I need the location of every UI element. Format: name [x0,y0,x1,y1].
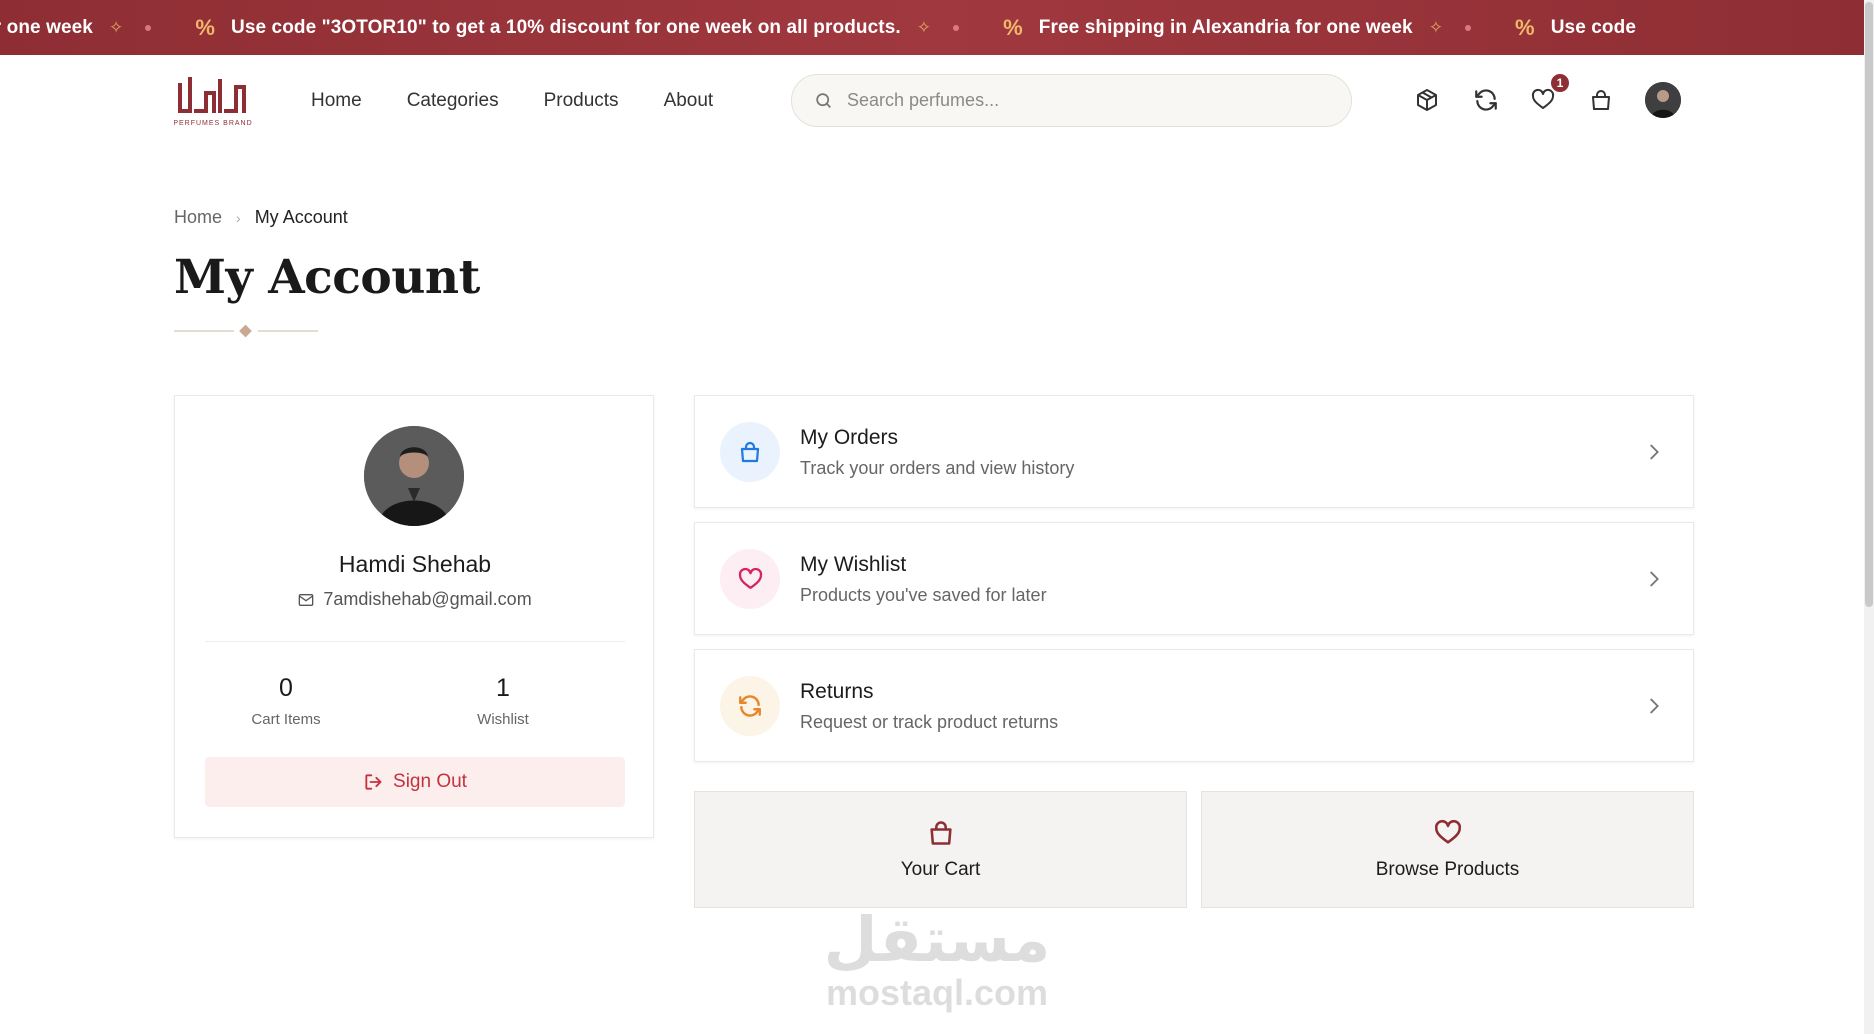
announcement-item: dria for one week ✧ [0,17,195,39]
brand-logo[interactable]: PERFUMES BRAND [174,69,252,131]
announcement-text: Free shipping in Alexandria for one week [1038,16,1413,38]
announcement-track: dria for one week ✧ % Use code "3OTOR10"… [0,0,1636,55]
percent-icon: % [1515,14,1535,40]
site-header: PERFUMES BRAND Home Categories Products … [0,55,1864,147]
sign-out-button[interactable]: Sign Out [205,757,625,807]
dot-separator [953,24,960,31]
search-input[interactable] [847,90,1307,111]
returns-card[interactable]: Returns Request or track product returns [694,649,1694,762]
watermark-arabic: مستقل [823,903,1051,976]
nav-about[interactable]: About [664,90,714,112]
heart-icon [1434,819,1462,844]
chevron-right-icon: › [236,209,241,226]
stat-value: 0 [279,674,293,702]
shopping-bag-icon [740,441,760,463]
heart-icon [738,567,762,589]
announcement-item: % Free shipping in Alexandria for one we… [1003,15,1515,41]
email-text: 7amdishehab@gmail.com [323,589,532,609]
logout-icon [365,774,382,790]
profile-card: Hamdi Shehab 7amdishehab@gmail.com 0 Car… [174,395,654,838]
announcement-item: % Use code [1515,15,1636,41]
dot-separator [1465,24,1472,31]
menu-icon-wrap [720,422,780,482]
stat-wishlist: 1 Wishlist [423,674,583,728]
breadcrumb: Home › My Account [174,207,348,228]
sparkle-icon: ✧ [916,17,932,37]
dot-separator [145,24,152,31]
stat-value: 1 [496,674,510,702]
percent-icon: % [195,14,215,40]
menu-icon-wrap [720,676,780,736]
breadcrumb-current: My Account [254,207,348,227]
chevron-right-icon [1650,571,1659,587]
profile-avatar [364,426,464,526]
my-wishlist-card[interactable]: My Wishlist Products you've saved for la… [694,522,1694,635]
nav-products[interactable]: Products [544,90,619,112]
menu-title: My Orders [800,426,899,449]
cart-bag-icon[interactable] [1584,83,1618,117]
svg-text:PERFUMES BRAND: PERFUMES BRAND [174,120,252,127]
watermark: مستقل mostaql.com [822,905,1052,1025]
title-divider [174,324,318,338]
package-icon[interactable] [1410,83,1444,117]
stat-label: Wishlist [477,711,529,728]
nav-home[interactable]: Home [311,90,362,112]
profile-email: 7amdishehab@gmail.com [175,589,655,610]
wishlist-count-badge: 1 [1549,72,1571,94]
browse-products-button[interactable]: Browse Products [1201,791,1694,908]
chevron-right-icon [1650,698,1659,714]
page-title: My Account [174,250,480,305]
mail-icon [298,593,314,606]
menu-subtitle: Track your orders and view history [800,458,1075,478]
menu-subtitle: Products you've saved for later [800,585,1047,605]
chevron-right-icon [1650,444,1659,460]
announcement-text: Use code "3OTOR10" to get a 10% discount… [231,16,901,38]
my-orders-card[interactable]: My Orders Track your orders and view his… [694,395,1694,508]
search-box[interactable] [791,74,1352,127]
announcement-item: % Use code "3OTOR10" to get a 10% discou… [195,15,1003,41]
shopping-bag-icon [930,821,952,845]
profile-name: Hamdi Shehab [338,551,492,577]
nav-categories[interactable]: Categories [407,90,499,112]
announcement-text: Use code [1550,16,1636,38]
menu-title: Returns [800,680,874,703]
refresh-icon[interactable] [1469,83,1503,117]
sign-out-label: Sign Out [393,771,467,792]
main-nav: Home Categories Products About [311,55,758,147]
menu-icon-wrap [720,549,780,609]
stat-label: Cart Items [251,711,321,728]
your-cart-label: Your Cart [900,859,981,880]
menu-subtitle: Request or track product returns [800,712,1059,732]
scrollbar-thumb[interactable] [1865,2,1873,607]
percent-icon: % [1003,14,1023,40]
search-icon [816,93,831,108]
stat-cart-items: 0 Cart Items [206,674,366,728]
browse-products-label: Browse Products [1375,859,1520,880]
page-scrollbar[interactable] [1864,0,1874,1034]
your-cart-button[interactable]: Your Cart [694,791,1187,908]
watermark-latin: mostaql.com [825,972,1049,1013]
sparkle-icon: ✧ [108,17,124,37]
menu-title: My Wishlist [800,553,907,576]
announcement-text: dria for one week [0,16,93,38]
announcement-bar: dria for one week ✧ % Use code "3OTOR10"… [0,0,1864,55]
sparkle-icon: ✧ [1428,17,1444,37]
divider [205,641,625,642]
user-avatar[interactable] [1645,82,1681,118]
refresh-icon [739,695,761,717]
breadcrumb-home[interactable]: Home [174,207,222,228]
